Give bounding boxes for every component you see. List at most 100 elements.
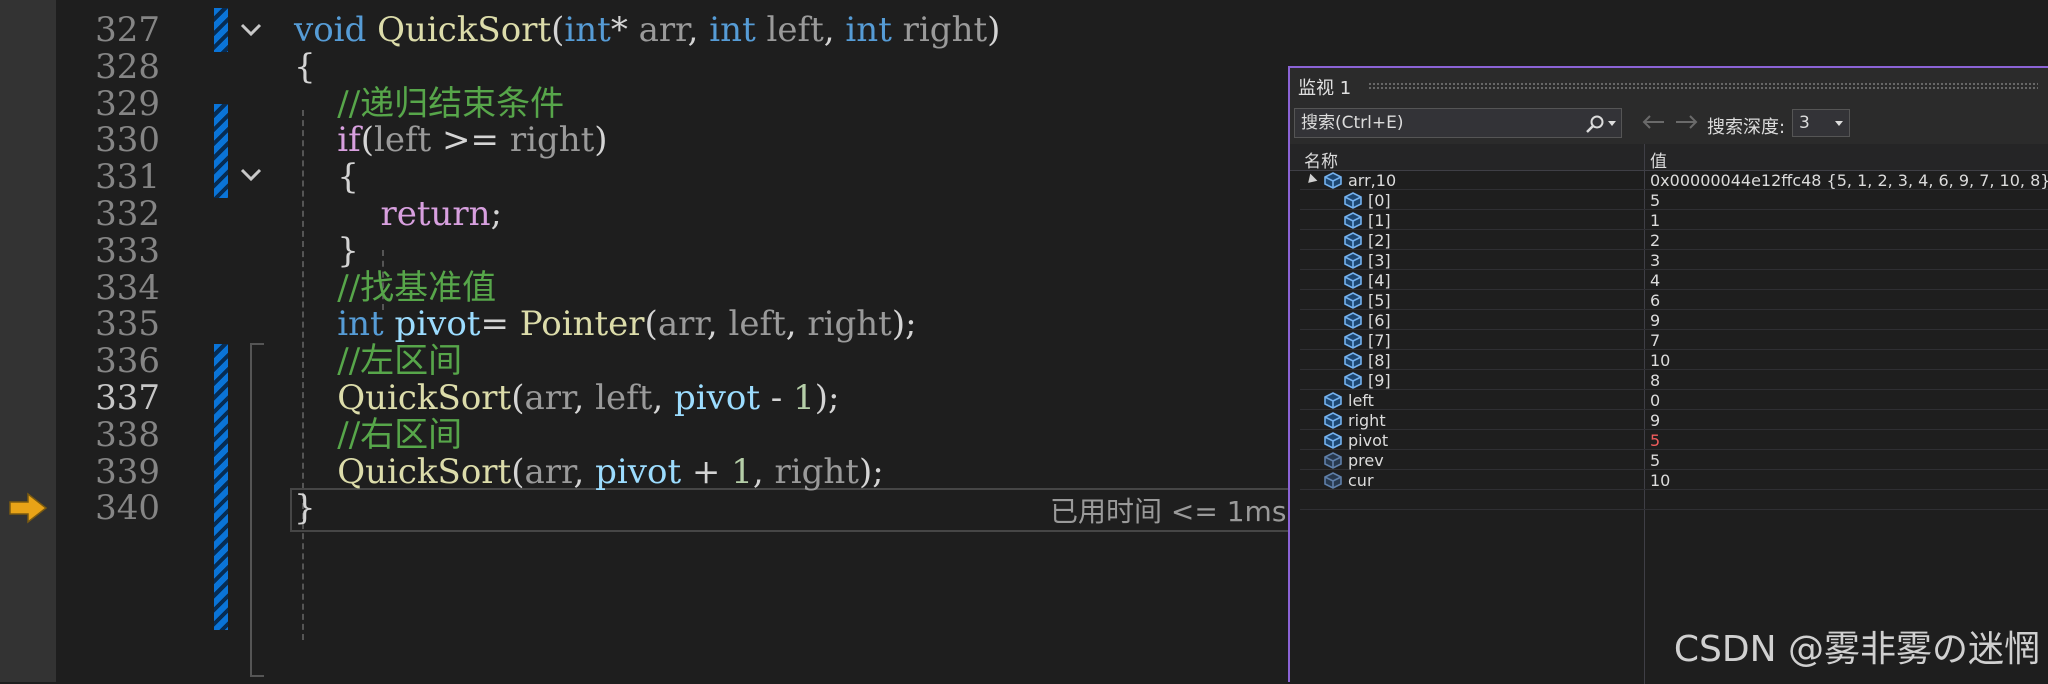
- code-token: -: [760, 378, 794, 418]
- variable-cube-icon: [1322, 410, 1344, 430]
- watch-row-value[interactable]: 10: [1650, 351, 1670, 370]
- watch-row[interactable]: right 9: [1300, 410, 2048, 430]
- watch-row[interactable]: [4] 4: [1300, 270, 2048, 290]
- code-token: ): [987, 10, 1001, 50]
- watch-row[interactable]: arr,10 0x00000044e12ffc48 {5, 1, 2, 3, 4,…: [1300, 170, 2048, 190]
- watch-row-value[interactable]: 1: [1650, 211, 1660, 230]
- code-token: left: [595, 378, 653, 418]
- column-header-name[interactable]: 名称: [1304, 147, 1338, 172]
- code-token: (: [551, 10, 565, 50]
- watch-row-value[interactable]: 6: [1650, 291, 1660, 310]
- code-token: (: [644, 304, 658, 345]
- variable-cube-icon: [1342, 290, 1364, 310]
- code-token: left: [728, 304, 786, 345]
- watch-row-name: prev: [1348, 451, 1384, 470]
- code-token: pivot: [674, 378, 760, 418]
- watch-row[interactable]: [7] 7: [1300, 330, 2048, 350]
- watch-row[interactable]: [8] 10: [1300, 350, 2048, 370]
- watch-add-item-row[interactable]: [1300, 490, 2048, 510]
- code-token: ,: [752, 451, 775, 492]
- watch-row-value[interactable]: 0x00000044e12ffc48 {5, 1, 2, 3, 4, 6, 9,…: [1650, 171, 2048, 190]
- column-header-value[interactable]: 值: [1650, 147, 1667, 172]
- search-input[interactable]: [1301, 112, 1571, 134]
- variable-cube-icon: [1322, 390, 1344, 410]
- code-token: right: [807, 304, 892, 345]
- variable-cube-icon: [1342, 250, 1364, 270]
- code-token: +: [681, 451, 732, 492]
- variable-cube-icon: [1342, 190, 1364, 210]
- watch-row[interactable]: [2] 2: [1300, 230, 2048, 250]
- fold-chevron-down-icon[interactable]: [236, 15, 266, 45]
- watch-grid-header: 名称 值: [1290, 144, 2048, 172]
- watch-row-name: [0]: [1368, 191, 1391, 210]
- search-depth-label: 搜索深度:: [1707, 117, 1786, 138]
- watch-row-value[interactable]: 5: [1650, 431, 1660, 450]
- chevron-down-icon: [1835, 121, 1843, 126]
- watch-window[interactable]: 监视 1 搜索深度: 3 名称 值 arr,10 0x00000044e12ffc…: [1288, 66, 2048, 684]
- code-line[interactable]: QuickSort(arr, pivot + 1, right);: [294, 448, 884, 496]
- watch-title: 监视 1: [1298, 78, 1352, 99]
- watch-row-value[interactable]: 0: [1650, 391, 1660, 410]
- watch-row[interactable]: prev 5: [1300, 450, 2048, 470]
- watch-row-value[interactable]: 2: [1650, 231, 1660, 250]
- code-token: ,: [687, 10, 710, 50]
- watch-row-value[interactable]: 9: [1650, 411, 1660, 430]
- code-token: left: [373, 120, 432, 161]
- variable-cube-icon: [1342, 210, 1364, 230]
- watch-row[interactable]: [0] 5: [1300, 190, 2048, 210]
- code-token: Pointer: [519, 304, 645, 345]
- code-token: *: [610, 10, 639, 50]
- watch-row[interactable]: left 0: [1300, 390, 2048, 410]
- watch-row[interactable]: [6] 9: [1300, 310, 2048, 330]
- watch-row-name: [4]: [1368, 271, 1391, 290]
- search-box[interactable]: [1294, 108, 1622, 138]
- watch-row-value[interactable]: 8: [1650, 371, 1660, 390]
- code-token: );: [891, 304, 917, 345]
- code-token: int: [564, 10, 611, 50]
- watch-row-value[interactable]: 3: [1650, 251, 1660, 270]
- search-dropdown-caret-icon[interactable]: [1608, 121, 1616, 127]
- expand-caret-icon[interactable]: [1304, 173, 1318, 187]
- code-line[interactable]: }: [294, 484, 316, 532]
- watch-row-name: [3]: [1368, 251, 1391, 270]
- watch-row-value[interactable]: 5: [1650, 451, 1660, 470]
- elapsed-time-hint: 已用时间 <= 1ms: [1050, 495, 1287, 528]
- search-depth-select[interactable]: 3: [1792, 109, 1850, 137]
- code-token: >=: [431, 120, 510, 161]
- indicator-margin[interactable]: [0, 0, 56, 682]
- code-token: (: [360, 120, 374, 161]
- code-token: arr: [524, 378, 574, 418]
- watch-row-value[interactable]: 4: [1650, 271, 1660, 290]
- code-token: arr: [524, 451, 574, 492]
- code-token: right: [509, 120, 595, 161]
- watch-row-name: cur: [1348, 471, 1374, 490]
- watch-row-value[interactable]: 9: [1650, 311, 1660, 330]
- code-token: }: [294, 488, 316, 529]
- watch-row[interactable]: cur 10: [1300, 470, 2048, 490]
- watch-row[interactable]: [9] 8: [1300, 370, 2048, 390]
- code-line[interactable]: void QuickSort(int* arr, int left, int r…: [294, 6, 1000, 54]
- code-token: ,: [573, 378, 596, 418]
- code-token: ,: [573, 451, 596, 492]
- watch-row-name: right: [1348, 411, 1386, 430]
- watch-row[interactable]: [3] 3: [1300, 250, 2048, 270]
- variable-cube-icon: [1342, 370, 1364, 390]
- variable-cube-icon: [1342, 270, 1364, 290]
- code-token: );: [858, 451, 884, 492]
- code-token: (: [511, 378, 525, 418]
- watch-row-name: [7]: [1368, 331, 1391, 350]
- title-drag-grip[interactable]: [1368, 82, 2038, 90]
- watch-title-bar[interactable]: 监视 1: [1290, 68, 2048, 104]
- search-previous-arrow-icon[interactable]: [1640, 112, 1666, 132]
- variable-cube-icon: [1342, 330, 1364, 350]
- watch-row-value[interactable]: 7: [1650, 331, 1660, 350]
- watch-row-value[interactable]: 5: [1650, 191, 1660, 210]
- fold-chevron-down-icon[interactable]: [236, 160, 266, 190]
- watch-row[interactable]: [5] 6: [1300, 290, 2048, 310]
- watch-row[interactable]: [1] 1: [1300, 210, 2048, 230]
- search-next-arrow-icon[interactable]: [1674, 112, 1700, 132]
- search-icon[interactable]: [1585, 114, 1605, 134]
- watch-row-value[interactable]: 10: [1650, 471, 1670, 490]
- watch-row[interactable]: pivot 5: [1300, 430, 2048, 450]
